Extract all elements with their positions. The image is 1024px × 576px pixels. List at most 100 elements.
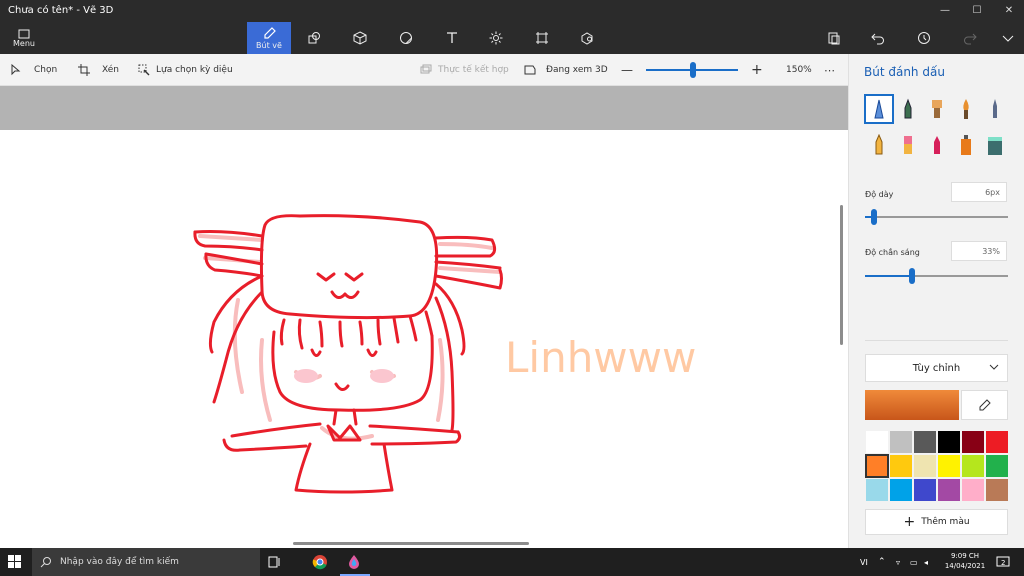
chrome-app-button[interactable] <box>312 548 332 576</box>
color-swatch[interactable] <box>913 478 937 502</box>
brush-spray-can[interactable] <box>953 132 979 158</box>
magic-select-icon <box>138 64 150 76</box>
color-swatch[interactable] <box>985 454 1009 478</box>
windows-logo-icon[interactable] <box>8 555 22 569</box>
select-button[interactable]: Chọn <box>10 54 57 86</box>
color-swatch[interactable] <box>889 430 913 454</box>
battery-icon[interactable]: ▭ <box>910 548 918 576</box>
brush-icon <box>264 26 276 39</box>
brush-pixel-pen[interactable] <box>982 96 1008 122</box>
thickness-slider-track[interactable] <box>865 216 1008 218</box>
paint3d-app-button[interactable] <box>346 548 366 576</box>
opacity-input[interactable]: 33% <box>951 241 1007 261</box>
library-icon <box>581 32 593 45</box>
tool-canvas[interactable] <box>520 22 564 54</box>
zoom-slider-thumb[interactable] <box>690 62 696 78</box>
eyedropper-button[interactable] <box>961 390 1008 420</box>
notification-center-button[interactable]: 2 <box>996 548 1010 576</box>
clock-time: 9:09 CH <box>950 552 980 560</box>
search-icon <box>40 557 51 568</box>
color-swatch[interactable] <box>889 478 913 502</box>
paste-button[interactable] <box>812 22 856 54</box>
tool-3d-library[interactable] <box>565 22 609 54</box>
brush-pencil[interactable] <box>866 132 892 158</box>
color-swatch[interactable] <box>985 478 1009 502</box>
search-placeholder: Nhập vào đây để tìm kiếm <box>60 557 179 567</box>
color-swatch[interactable] <box>865 430 889 454</box>
brush-watercolor[interactable] <box>953 96 979 122</box>
crop-icon <box>78 64 90 76</box>
current-color-swatch[interactable] <box>865 390 959 420</box>
drawing: Linhwww <box>193 214 696 494</box>
add-color-label: Thêm màu <box>921 517 970 527</box>
opacity-slider-thumb[interactable] <box>909 268 915 284</box>
brush-fill[interactable] <box>982 132 1008 158</box>
color-swatch[interactable] <box>913 454 937 478</box>
mixed-reality-button[interactable]: Thực tế kết hợp <box>420 54 509 86</box>
signature-text: Linhwww <box>505 333 696 382</box>
expand-button[interactable] <box>986 22 1024 54</box>
tool-effects[interactable] <box>474 22 518 54</box>
drawing-canvas[interactable]: Linhwww <box>0 130 848 548</box>
oil-brush-icon <box>932 100 942 118</box>
brush-calligraphy-pen[interactable] <box>895 96 921 122</box>
add-color-button[interactable]: + Thêm màu <box>865 509 1008 535</box>
color-swatch[interactable] <box>889 454 913 478</box>
magic-select-button[interactable]: Lựa chọn kỳ diệu <box>138 54 233 86</box>
brush-eraser[interactable] <box>895 132 921 158</box>
tool-stickers[interactable] <box>384 22 428 54</box>
color-swatch[interactable] <box>961 454 985 478</box>
thickness-input[interactable]: 6px <box>951 182 1007 202</box>
chrome-icon <box>312 555 327 570</box>
horizontal-scrollbar[interactable] <box>293 542 529 545</box>
color-swatch[interactable] <box>865 478 889 502</box>
zoom-in-button[interactable]: + <box>751 54 763 86</box>
more-options-button[interactable]: ⋯ <box>824 54 835 86</box>
brush-crayon[interactable] <box>924 132 950 158</box>
tray-expand-icon[interactable]: ⌃ <box>878 548 886 576</box>
history-icon <box>918 32 930 44</box>
color-swatch[interactable] <box>937 430 961 454</box>
color-swatch[interactable] <box>985 430 1009 454</box>
taskbar: Nhập vào đây để tìm kiếm VI ⌃ ▿ ▭ ◂ 9:09… <box>0 548 1024 576</box>
thickness-slider-thumb[interactable] <box>871 209 877 225</box>
close-button[interactable]: ✕ <box>994 0 1024 22</box>
crop-button[interactable]: Xén <box>78 54 119 86</box>
tool-3d-shapes[interactable] <box>338 22 382 54</box>
network-icon[interactable]: ▿ <box>896 548 900 576</box>
view-3d-button[interactable]: Đang xem 3D <box>524 54 608 86</box>
color-swatch[interactable] <box>937 478 961 502</box>
title-bar: Chưa có tên* - Vẽ 3D — ☐ ✕ <box>0 0 1024 22</box>
effects-icon <box>489 31 503 45</box>
calligraphy-pen-icon <box>904 98 912 119</box>
brush-oil[interactable] <box>924 96 950 122</box>
magic-select-label: Lựa chọn kỳ diệu <box>156 65 233 75</box>
color-swatch[interactable] <box>961 430 985 454</box>
menu-button[interactable]: Menu <box>6 22 42 54</box>
color-swatch[interactable] <box>865 454 889 478</box>
minimize-button[interactable]: — <box>930 0 960 22</box>
tool-text[interactable] <box>430 22 474 54</box>
tool-2d-shapes[interactable] <box>292 22 336 54</box>
task-view-button[interactable] <box>268 548 288 576</box>
zoom-out-button[interactable]: — <box>621 54 633 86</box>
color-swatch[interactable] <box>961 478 985 502</box>
panel-divider <box>865 340 1008 341</box>
color-swatch[interactable] <box>937 454 961 478</box>
history-button[interactable] <box>902 22 946 54</box>
tool-brushes[interactable]: Bút vẽ <box>247 22 291 54</box>
language-indicator[interactable]: VI <box>860 548 868 576</box>
plus-icon: + <box>903 514 916 530</box>
mixed-reality-label: Thực tế kết hợp <box>438 65 509 75</box>
brush-marker[interactable] <box>864 94 894 124</box>
vertical-scrollbar[interactable] <box>840 205 843 345</box>
shapes-2d-icon <box>308 32 320 44</box>
system-clock[interactable]: 9:09 CH 14/04/2021 <box>940 551 990 571</box>
maximize-button[interactable]: ☐ <box>962 0 992 22</box>
color-mode-dropdown[interactable]: Tùy chỉnh <box>865 354 1008 382</box>
undo-button[interactable] <box>856 22 900 54</box>
color-swatch[interactable] <box>913 430 937 454</box>
volume-icon[interactable]: ◂ <box>924 548 928 576</box>
taskbar-search[interactable]: Nhập vào đây để tìm kiếm <box>32 548 260 576</box>
opacity-slider-fill <box>865 275 912 277</box>
